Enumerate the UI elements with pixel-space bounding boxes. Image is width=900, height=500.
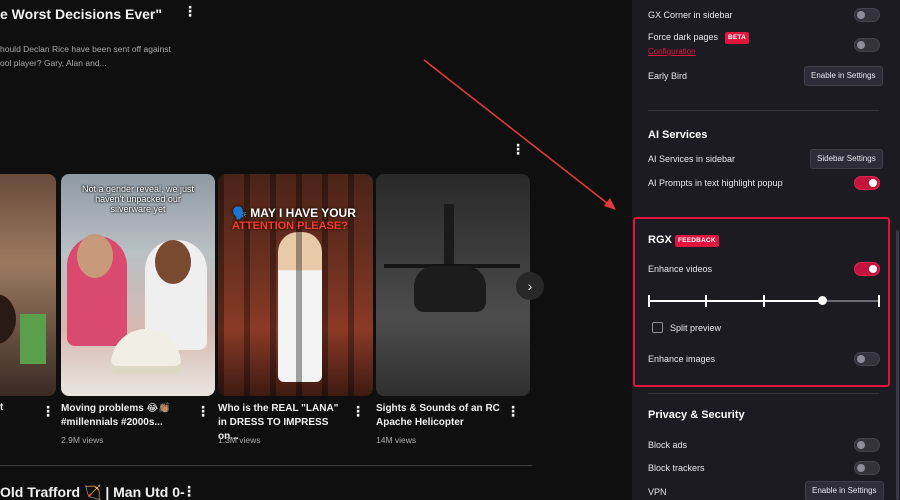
ai-services-sidebar-label: AI Services in sidebar [648,154,736,164]
shorts-more-options-icon[interactable]: ⋮ [511,141,525,157]
split-preview-label[interactable]: Split preview [670,323,721,333]
enhance-images-label: Enhance images [648,354,716,364]
ai-services-heading: AI Services [648,129,708,141]
enhance-videos-slider[interactable] [648,295,880,307]
section-divider [648,110,879,111]
force-dark-label: Force dark pages [648,32,719,42]
scrollbar-thumb[interactable] [896,230,899,500]
gx-corner-toggle[interactable] [854,8,880,22]
privacy-heading: Privacy & Security [648,409,745,421]
person-head [77,234,113,278]
short-views-3: 14M views [376,435,417,445]
early-bird-enable-button[interactable]: Enable in Settings [804,66,883,86]
toggle-knob [857,41,865,49]
short-title-3[interactable]: Sights & Sounds of an RC Apache Helicopt… [376,402,506,430]
scrollbar-track[interactable] [895,0,900,500]
video-page: e Worst Decisions Ever" ⋮ hould Declan R… [0,0,632,500]
enhance-videos-toggle[interactable] [854,262,880,276]
short-caption-line2: ATTENTION PLEASE? [232,220,348,232]
early-bird-label: Early Bird [648,71,688,81]
block-trackers-label: Block trackers [648,463,705,473]
more-options-icon[interactable]: ⋮ [182,483,196,499]
short-more-icon[interactable]: ⋮ [506,403,520,419]
ai-prompts-label: AI Prompts in text highlight popup [648,178,783,188]
toggle-knob [857,464,865,472]
split-preview-checkbox[interactable] [652,322,663,333]
short-more-icon[interactable]: ⋮ [41,403,55,419]
short-thumbnail-3[interactable] [376,174,530,396]
slider-thumb[interactable] [818,296,827,305]
short-caption: Not a gender reveal, we just haven't unp… [81,184,195,214]
section-divider [648,393,879,394]
next-video-title[interactable]: Old Trafford 🏹 | Man Utd 0- [0,484,185,500]
video-description-text: hould Declan Rice have been sent off aga… [0,44,171,68]
video-description: hould Declan Rice have been sent off aga… [0,42,190,70]
short-caption-line1: 🗣️ MAY I HAVE YOUR [232,206,356,220]
short-thumbnail-1[interactable]: Not a gender reveal, we just haven't unp… [61,174,215,396]
section-divider [0,465,532,466]
feedback-badge[interactable]: FEEDBACK [675,235,719,247]
sidebar-settings-button[interactable]: Sidebar Settings [810,149,883,169]
slider-tick [705,295,707,307]
ai-prompts-toggle[interactable] [854,176,880,190]
short-title-1[interactable]: Moving problems 😂👏🏽 #millennials #2000s.… [61,402,191,430]
toggle-knob [857,355,865,363]
slider-tick [763,295,765,307]
enhance-videos-label: Enhance videos [648,264,713,274]
toggle-knob [857,11,865,19]
vpn-label: VPN [648,487,667,497]
short-views-1: 2.9M views [61,435,104,445]
force-dark-toggle[interactable] [854,38,880,52]
slider-tick [878,295,880,307]
beta-badge: BETA [725,32,750,44]
shorts-shelf: Not a gender reveal, we just haven't unp… [0,174,532,396]
vpn-enable-button[interactable]: Enable in Settings [805,481,884,500]
enhance-images-toggle[interactable] [854,352,880,366]
short-thumbnail-0[interactable] [0,174,56,396]
block-trackers-toggle[interactable] [854,461,880,475]
more-options-icon[interactable]: ⋮ [183,3,197,19]
helicopter-body [414,266,486,312]
gx-corner-label: GX Corner in sidebar [648,10,733,20]
short-more-icon[interactable]: ⋮ [196,403,210,419]
configuration-link[interactable]: Configuration [648,47,696,56]
person-head [155,240,191,284]
shelf-next-button[interactable]: › [516,272,544,300]
slider-tick [648,295,650,307]
block-ads-label: Block ads [648,440,688,450]
toggle-knob [869,179,877,187]
video-title[interactable]: e Worst Decisions Ever" [0,6,162,22]
rgx-heading: RGX [648,234,672,246]
face-shape [0,294,16,344]
settings-sidebar: GX Corner in sidebar Force dark pages BE… [632,0,900,500]
block-ads-toggle[interactable] [854,438,880,452]
short-more-icon[interactable]: ⋮ [351,403,365,419]
short-title-0[interactable]: t [0,402,3,413]
short-views-2: 1.3M views [218,435,261,445]
toggle-knob [869,265,877,273]
slider-rest [822,300,880,302]
toggle-knob [857,441,865,449]
short-thumbnail-2[interactable]: 🗣️ MAY I HAVE YOUR ATTENTION PLEASE? [218,174,373,396]
block-figure [20,314,46,364]
